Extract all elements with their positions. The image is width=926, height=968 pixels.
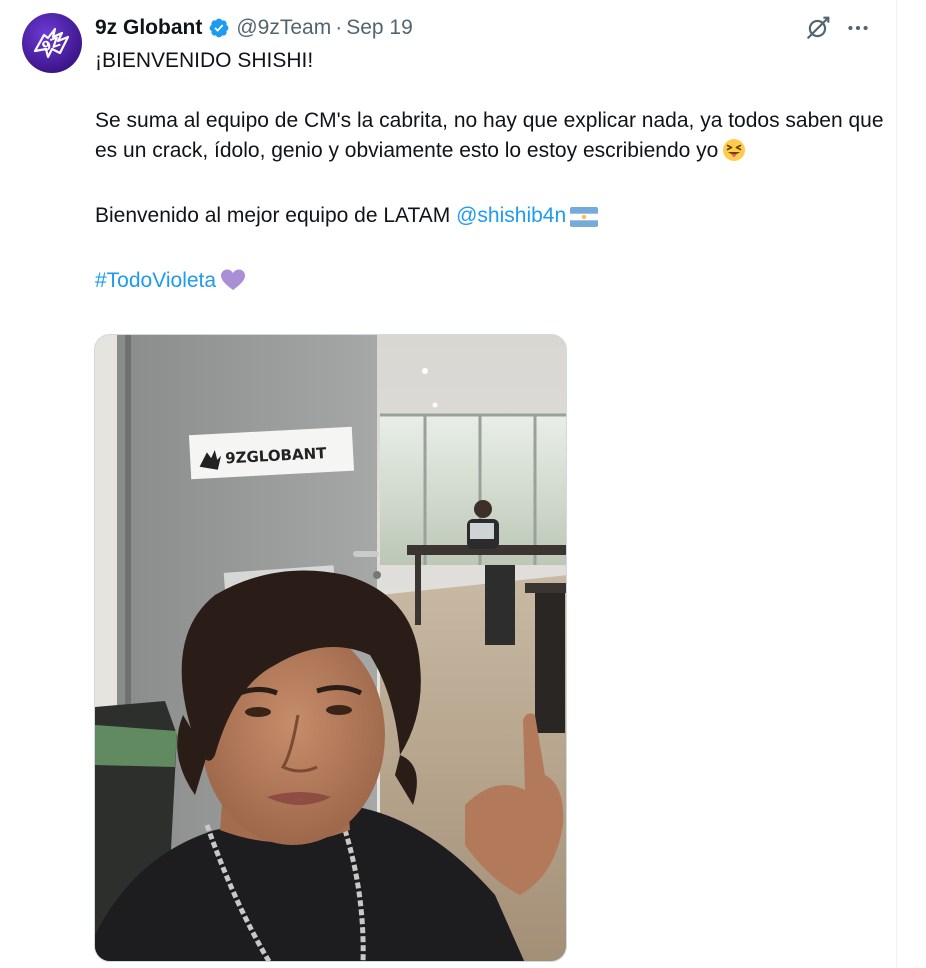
more-options-button[interactable] bbox=[844, 14, 872, 42]
display-name[interactable]: 9z Globant bbox=[95, 16, 202, 40]
tweet-line-1: ¡BIENVENIDO SHISHI! bbox=[95, 49, 314, 72]
user-handle[interactable]: @9zTeam bbox=[236, 16, 331, 40]
tweet-line-2: Se suma al equipo de CM's la cabrita, no… bbox=[95, 106, 885, 171]
tweet-text: ¡BIENVENIDO SHISHI! Se suma al equipo de… bbox=[95, 46, 885, 301]
grok-icon bbox=[807, 16, 830, 39]
tweet-line-2-text: Se suma al equipo de CM's la cabrita, no… bbox=[95, 109, 884, 162]
9z-logo-icon: 9Z bbox=[33, 27, 70, 59]
grok-button[interactable] bbox=[804, 14, 832, 42]
tweet-header: 9z Globant @9zTeam · Sep 19 bbox=[95, 13, 413, 43]
verified-badge-icon bbox=[208, 17, 230, 39]
squinting-face-with-tongue-emoji bbox=[722, 138, 746, 171]
tweet-line-4: #TodoVioleta bbox=[95, 266, 885, 301]
hashtag-link[interactable]: #TodoVioleta bbox=[95, 269, 216, 292]
avatar[interactable]: 9Z bbox=[22, 13, 82, 73]
tweet[interactable]: 9Z 9z Globant @9zTeam · Sep 19 ¡BIENVENI… bbox=[0, 0, 896, 968]
tweet-photo[interactable]: 9ZGLOBANT bbox=[94, 334, 567, 962]
timeline-right-border bbox=[896, 0, 897, 968]
purple-heart-emoji bbox=[220, 268, 246, 301]
separator-dot: · bbox=[335, 16, 343, 39]
argentina-flag-emoji bbox=[570, 206, 599, 236]
tweet-date[interactable]: Sep 19 bbox=[346, 16, 413, 40]
selfie-photo: 9ZGLOBANT bbox=[95, 335, 566, 961]
more-options-icon bbox=[848, 25, 868, 31]
tweet-line-3: Bienvenido al mejor equipo de LATAM @shi… bbox=[95, 201, 885, 236]
tweet-line-3-text: Bienvenido al mejor equipo de LATAM bbox=[95, 204, 451, 227]
mention-link[interactable]: @shishib4n bbox=[456, 204, 566, 227]
